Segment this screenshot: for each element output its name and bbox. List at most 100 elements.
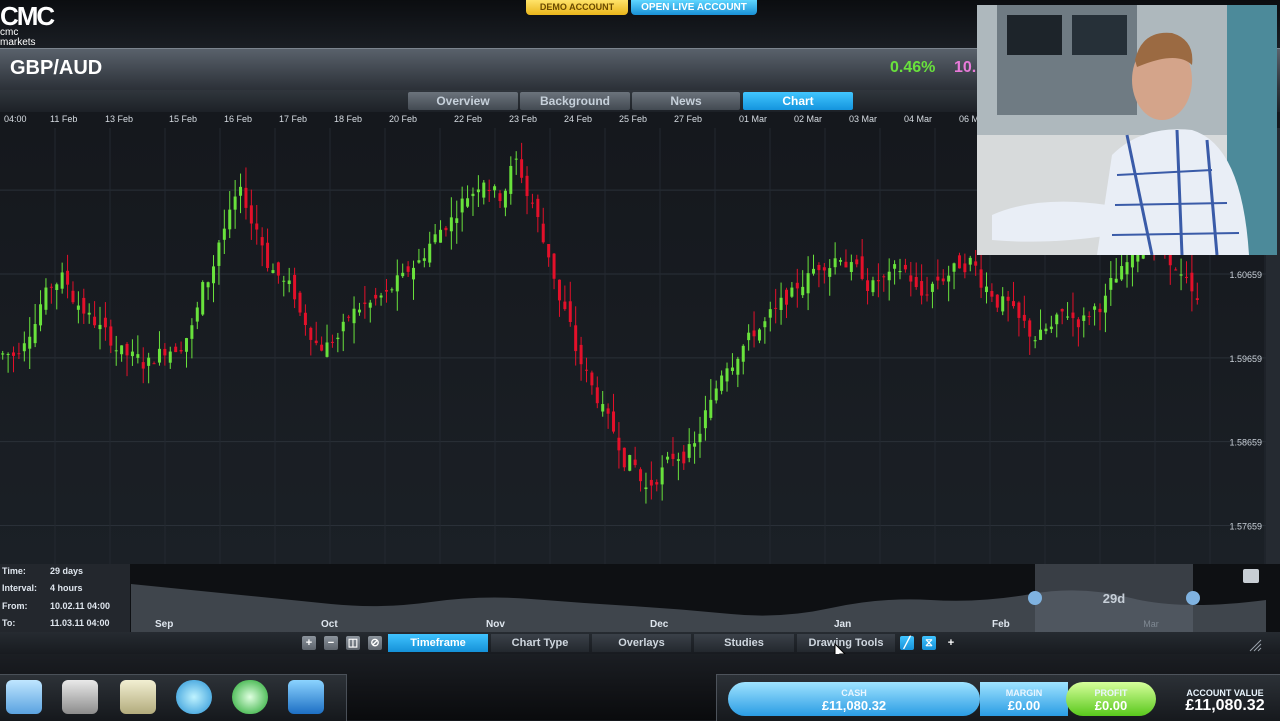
zoom-out-icon[interactable]: − xyxy=(324,636,338,650)
candle-body xyxy=(547,244,551,258)
to-label: To: xyxy=(2,618,16,628)
tab-overview[interactable]: Overview xyxy=(408,92,518,110)
draw-line-icon[interactable]: ╱ xyxy=(900,636,914,650)
candle-body xyxy=(287,280,291,285)
widgets-icon[interactable] xyxy=(6,680,42,714)
cash-label: CASH xyxy=(841,688,867,698)
date-label: 25 Feb xyxy=(619,114,648,124)
candle-body xyxy=(455,218,459,223)
candle-body xyxy=(39,304,43,326)
navigator-overview[interactable]: 29d Mar xyxy=(131,564,1266,632)
date-label: 27 Feb xyxy=(674,114,703,124)
window-left-handle[interactable] xyxy=(1028,591,1042,605)
date-label: 13 Feb xyxy=(105,114,134,124)
month-label: Oct xyxy=(321,619,338,630)
candle-body xyxy=(671,453,675,459)
candle-body xyxy=(406,266,410,272)
candle-body xyxy=(747,332,751,341)
interval-value: 4 hours xyxy=(50,583,83,593)
candle-body xyxy=(1044,328,1048,332)
candle-body xyxy=(1098,308,1102,313)
candle-body xyxy=(763,321,767,328)
candle-body xyxy=(125,343,129,356)
tab-studies[interactable]: Studies xyxy=(694,634,794,652)
tab-overlays[interactable]: Overlays xyxy=(592,634,691,652)
candle-body xyxy=(141,362,145,369)
calculator-icon[interactable] xyxy=(62,680,98,714)
candle-body xyxy=(368,302,372,308)
tab-background[interactable]: Background xyxy=(520,92,630,110)
candle-body xyxy=(449,217,453,232)
open-live-account-button[interactable]: OPEN LIVE ACCOUNT xyxy=(631,0,757,15)
candle-body xyxy=(352,308,356,324)
date-label: 23 Feb xyxy=(509,114,538,124)
candle-body xyxy=(428,243,432,263)
candle-body xyxy=(649,479,653,486)
candle-body xyxy=(530,202,534,204)
profit-label: PROFIT xyxy=(1094,688,1128,698)
card-icon[interactable] xyxy=(288,680,324,714)
demo-account-button[interactable]: DEMO ACCOUNT xyxy=(526,0,628,15)
candle-body xyxy=(925,294,929,296)
zoom-in-icon[interactable]: + xyxy=(302,636,316,650)
candle-body xyxy=(871,280,875,293)
candle-body xyxy=(1120,266,1124,280)
tab-chart-type[interactable]: Chart Type xyxy=(491,634,589,652)
chat-icon[interactable] xyxy=(176,680,212,714)
candle-body xyxy=(433,234,437,243)
candle-body xyxy=(201,282,205,315)
tab-news[interactable]: News xyxy=(632,92,740,110)
candle-body xyxy=(552,253,556,279)
candle-body xyxy=(28,336,32,349)
candle-body xyxy=(612,411,616,432)
candle-body xyxy=(379,295,383,298)
date-label: 06 M xyxy=(959,114,980,124)
candle-body xyxy=(1049,326,1053,330)
candle-body xyxy=(1055,314,1059,325)
candle-body xyxy=(1087,316,1091,318)
candle-body xyxy=(347,316,351,318)
candle-body xyxy=(471,193,475,197)
time-value: 29 days xyxy=(50,566,84,576)
reset-icon[interactable]: ◫ xyxy=(346,636,360,650)
candle-body xyxy=(990,291,994,297)
money-icon[interactable] xyxy=(120,680,156,714)
candle-body xyxy=(168,351,172,363)
candle-body xyxy=(1071,312,1075,319)
candle-body xyxy=(660,467,664,485)
candle-body xyxy=(1017,302,1021,318)
fibonacci-icon[interactable]: ⧖ xyxy=(922,636,936,650)
candle-body xyxy=(790,287,794,297)
logo-mark: CMC xyxy=(0,1,55,31)
candle-body xyxy=(941,278,945,282)
candle-body xyxy=(293,274,297,300)
window-right-handle[interactable] xyxy=(1186,591,1200,605)
candle-body xyxy=(563,301,567,310)
candle-body xyxy=(320,344,324,351)
chart-toolbar: Timeframe Chart Type Overlays Studies Dr… xyxy=(0,632,1280,654)
orb-icon[interactable] xyxy=(232,680,268,714)
candle-body xyxy=(325,342,329,357)
candle-body xyxy=(120,345,124,355)
tab-chart[interactable]: Chart xyxy=(743,92,853,110)
tab-timeframe[interactable]: Timeframe xyxy=(388,634,488,652)
collapse-navigator-icon[interactable] xyxy=(1243,569,1259,583)
candle-body xyxy=(476,189,480,193)
candle-body xyxy=(71,290,75,303)
candle-body xyxy=(666,456,670,460)
date-label: 01 Mar xyxy=(739,114,768,124)
candle-body xyxy=(357,309,361,313)
candle-body xyxy=(903,264,907,270)
candle-body xyxy=(963,263,967,273)
cmc-logo[interactable]: CMC cmc markets xyxy=(0,1,56,48)
candle-body xyxy=(817,264,821,271)
resize-grip-icon[interactable] xyxy=(1248,638,1262,652)
candle-body xyxy=(952,263,956,272)
no-entry-icon[interactable]: ⊘ xyxy=(368,636,382,650)
presenter-video xyxy=(977,5,1277,255)
candle-body xyxy=(374,294,378,299)
candle-body xyxy=(1006,296,1010,301)
crosshair-icon[interactable]: + xyxy=(944,636,958,650)
candle-body xyxy=(174,346,178,353)
candle-body xyxy=(233,196,237,210)
